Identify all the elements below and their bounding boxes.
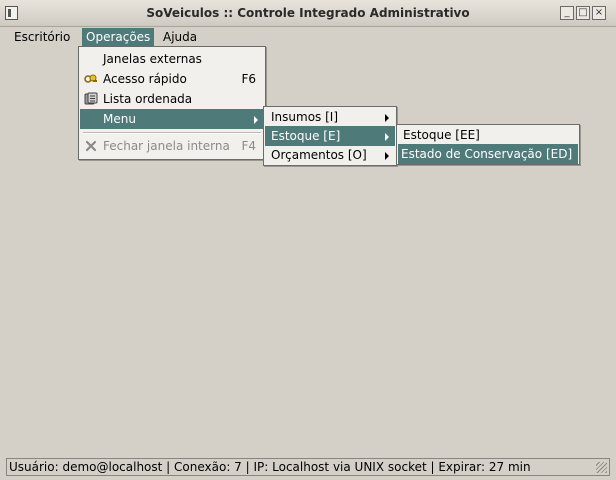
submenu-item-estoque[interactable]: Estoque [E] — [265, 126, 395, 146]
menu-item-janelas-externas[interactable]: Janelas externas — [80, 49, 264, 69]
resize-grip-icon[interactable] — [596, 462, 607, 473]
menu-item-label: Estado de Conservação [ED] — [401, 147, 573, 161]
application-window: SoVeiculos :: Controle Integrado Adminis… — [0, 0, 616, 480]
submenu-arrow-icon — [385, 133, 389, 141]
submenu-arrow-icon — [385, 114, 389, 122]
window-title: SoVeiculos :: Controle Integrado Adminis… — [146, 6, 470, 20]
menu-item-label: Menu — [103, 112, 136, 126]
operacoes-menu: Janelas externas Acesso rápido F6 Lista … — [78, 46, 266, 160]
status-bar: Usuário: demo@localhost | Conexão: 7 | I… — [6, 458, 610, 476]
menu-ajuda[interactable]: Ajuda — [159, 28, 201, 46]
submenu-item-insumos[interactable]: Insumos [I] — [265, 107, 395, 127]
close-button[interactable]: × — [592, 6, 606, 20]
menu-item-label: Acesso rápido — [103, 72, 187, 86]
submenu-arrow-icon — [385, 152, 389, 160]
maximize-button[interactable]: □ — [576, 6, 590, 20]
keys-icon — [84, 74, 97, 83]
menu-bar: Escritório Operações Ajuda — [6, 27, 610, 47]
menu-separator — [83, 132, 261, 134]
menu-item-label: Estoque [EE] — [403, 128, 480, 142]
close-x-icon — [85, 140, 97, 152]
menu-item-shortcut: F6 — [241, 72, 256, 86]
menu-item-label: Insumos [I] — [271, 110, 339, 124]
status-text: Usuário: demo@localhost | Conexão: 7 | I… — [9, 460, 531, 474]
minimize-button[interactable]: _ — [560, 6, 574, 20]
menu-escritorio[interactable]: Escritório — [10, 28, 74, 46]
submenu-item-estado-conservacao[interactable]: Estado de Conservação [ED] — [398, 144, 578, 164]
estoque-submenu: Estoque [EE] Estado de Conservação [ED] — [396, 124, 580, 165]
menu-submenu: Insumos [I] Estoque [E] Orçamentos [O] — [263, 106, 397, 166]
menu-item-label: Orçamentos [O] — [271, 148, 367, 162]
menu-item-lista-ordenada[interactable]: Lista ordenada — [80, 89, 264, 109]
list-icon — [84, 92, 98, 105]
menu-item-acesso-rapido[interactable]: Acesso rápido F6 — [80, 69, 264, 89]
menu-item-label: Fechar janela interna — [103, 139, 230, 153]
submenu-item-orcamentos[interactable]: Orçamentos [O] — [265, 145, 395, 165]
submenu-arrow-icon — [254, 116, 258, 124]
menu-item-fechar-janela-interna[interactable]: Fechar janela interna F4 — [80, 136, 264, 156]
menu-item-label: Janelas externas — [103, 52, 202, 66]
menu-item-label: Estoque [E] — [271, 129, 341, 143]
submenu-item-estoque-ee[interactable]: Estoque [EE] — [398, 125, 578, 145]
menu-operacoes[interactable]: Operações — [82, 28, 155, 46]
menu-item-label: Lista ordenada — [103, 92, 193, 106]
title-bar[interactable]: SoVeiculos :: Controle Integrado Adminis… — [0, 0, 616, 27]
menu-item-shortcut: F4 — [241, 139, 256, 153]
menu-item-menu[interactable]: Menu — [80, 109, 264, 129]
